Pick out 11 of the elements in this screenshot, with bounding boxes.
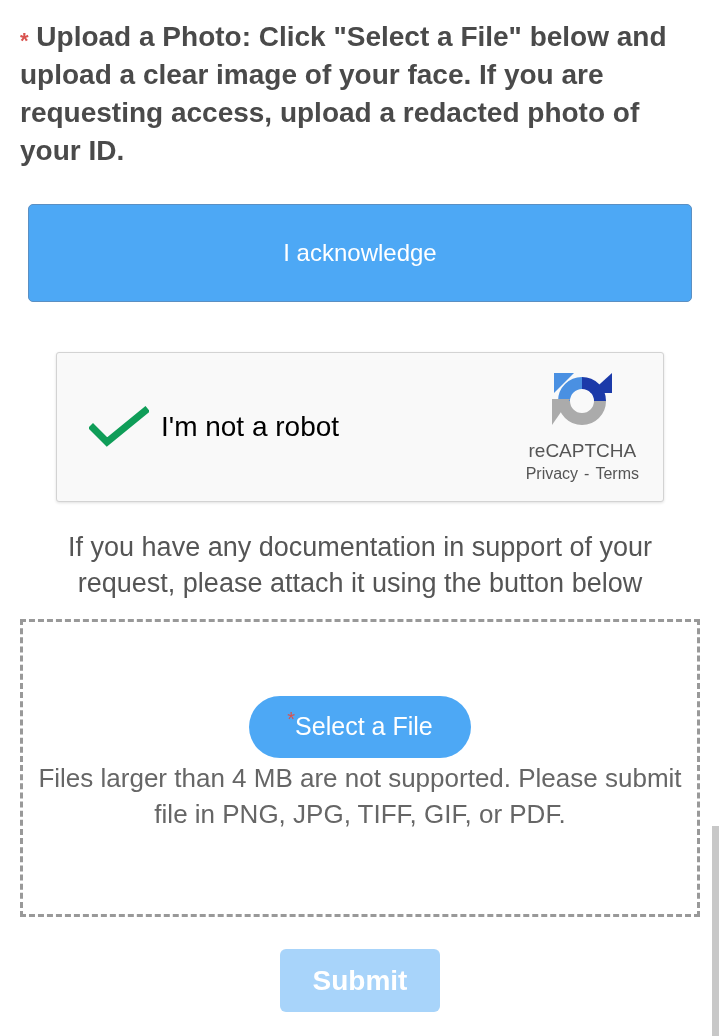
upload-drop-zone[interactable]: *Select a File Files larger than 4 MB are not supported. Please submit file in PNG, JPG, TIFF, GIF, or PDF. (20, 619, 700, 917)
captcha-label: I'm not a robot (161, 410, 340, 444)
file-requirements-note: Files larger than 4 MB are not supported. Please submit file in PNG, JPG, TIFF, GIF, or PDF. (37, 762, 683, 831)
link-separator: - (584, 464, 590, 484)
checkmark-icon[interactable] (89, 406, 149, 448)
scrollbar-thumb[interactable] (712, 826, 719, 1036)
privacy-link[interactable]: Privacy (525, 463, 579, 485)
attachment-note: If you have any documentation in support of your request, please attach it using the button below (67, 531, 653, 600)
required-mark: * (287, 707, 296, 730)
terms-link[interactable]: Terms (595, 463, 639, 485)
captcha-brand: reCAPTCHA (528, 439, 637, 463)
